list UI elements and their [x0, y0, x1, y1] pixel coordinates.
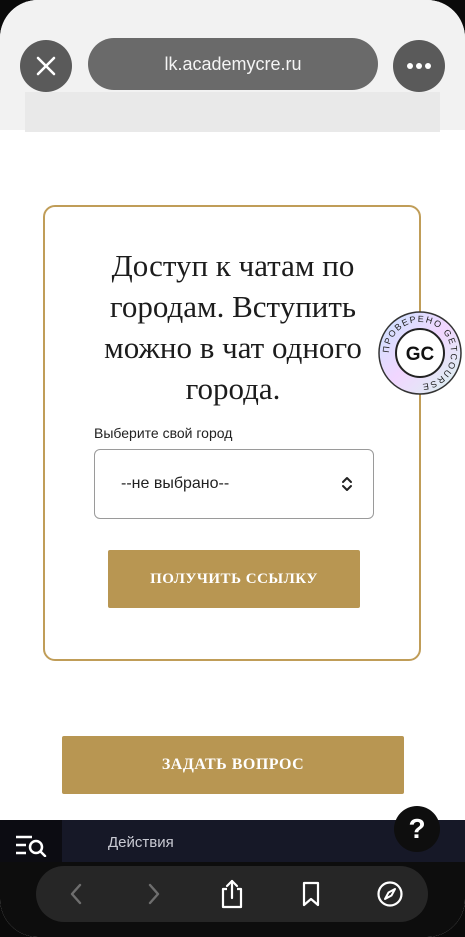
phone-screen: lk.academycre.ru Доступ к чатам по город… [0, 0, 465, 937]
forward-icon [148, 883, 160, 905]
close-button[interactable] [20, 40, 72, 92]
compass-icon [377, 881, 403, 907]
city-select[interactable]: --не выбрано-- [94, 449, 374, 519]
more-dots-icon [407, 63, 431, 69]
url-text: lk.academycre.ru [164, 53, 302, 74]
city-select-label: Выберите свой город [94, 425, 233, 441]
chevron-up-down-icon [342, 477, 352, 491]
help-button[interactable]: ? [394, 806, 440, 852]
help-question-mark: ? [408, 813, 426, 844]
tabs-compass-button[interactable] [376, 880, 404, 908]
get-link-button[interactable]: ПОЛУЧИТЬ ССЫЛКУ [108, 550, 360, 608]
bookmarks-button[interactable] [297, 880, 325, 908]
card-title: Доступ к чатам по городам. Вступить можн… [104, 248, 362, 406]
back-icon [70, 883, 82, 905]
share-icon [221, 879, 243, 909]
url-bar[interactable]: lk.academycre.ru [88, 38, 378, 90]
city-select-value: --не выбрано-- [121, 475, 230, 492]
browser-top-bar-shadow [25, 92, 440, 132]
back-button[interactable] [62, 880, 90, 908]
getcourse-verified-badge: ПРОВЕРЕНО GETCOURSE GC [378, 311, 462, 395]
forward-button[interactable] [140, 880, 168, 908]
bookmarks-icon [302, 881, 320, 907]
actions-label: Действия [108, 834, 174, 851]
city-chat-card: Доступ к чатам по городам. Вступить можн… [43, 205, 421, 661]
menu-search-icon [16, 835, 47, 857]
more-button[interactable] [393, 40, 445, 92]
share-button[interactable] [218, 879, 246, 909]
close-icon [36, 56, 56, 76]
ask-question-button[interactable]: ЗАДАТЬ ВОПРОС [62, 736, 404, 794]
badge-logo-text: GC [406, 344, 435, 365]
